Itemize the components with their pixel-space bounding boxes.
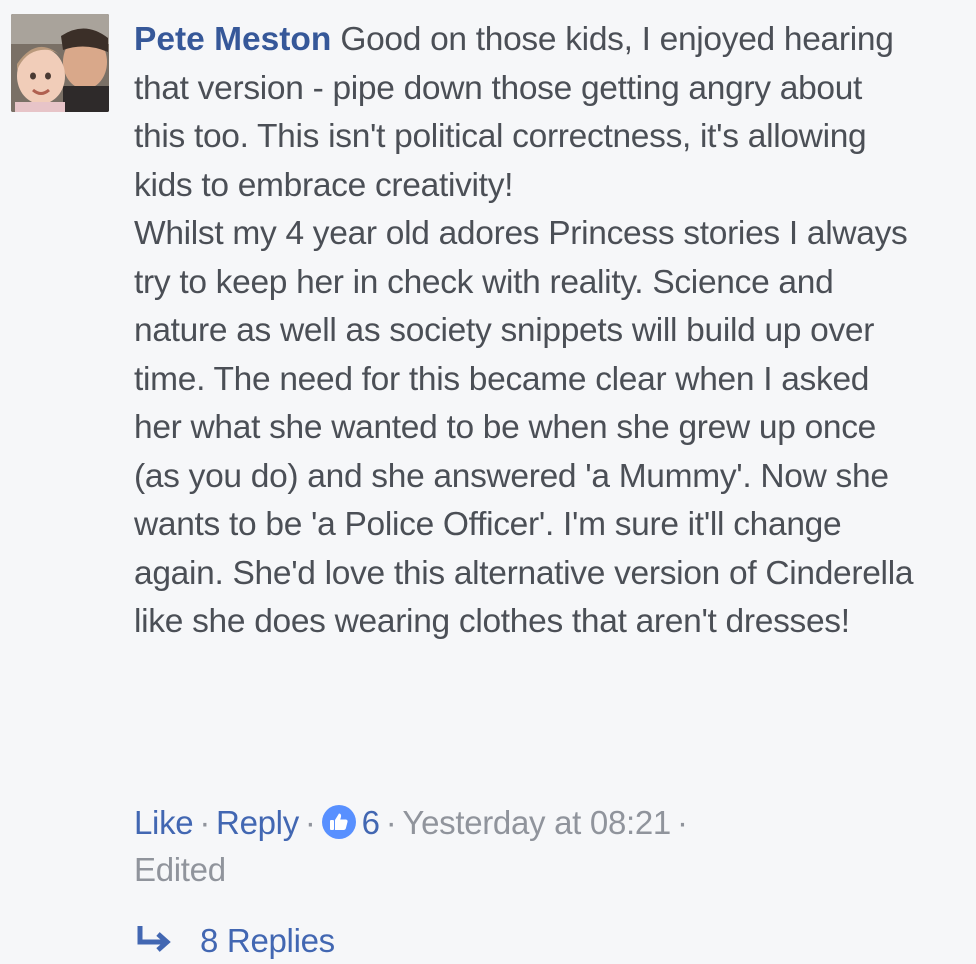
comment-text-second: Whilst my 4 year old adores Princess sto… <box>134 215 914 640</box>
edited-label[interactable]: Edited <box>134 851 226 888</box>
thumbs-up-icon[interactable] <box>321 805 356 839</box>
comment-body: Pete Meston Good on those kids, I enjoye… <box>134 16 914 647</box>
separator: · <box>199 804 211 841</box>
avatar[interactable] <box>11 14 109 112</box>
comment: Pete Meston Good on those kids, I enjoye… <box>0 0 976 959</box>
like-count[interactable]: 6 <box>358 804 380 841</box>
author-name[interactable]: Pete Meston <box>134 21 331 58</box>
comment-paragraph: Pete Meston Good on those kids, I enjoye… <box>134 16 914 210</box>
separator: · <box>385 804 397 841</box>
thumbs-up-glyph <box>329 813 348 830</box>
avatar-photo <box>11 14 109 112</box>
timestamp[interactable]: Yesterday at 08:21 <box>402 804 671 841</box>
replies-count-label: 8 Replies <box>200 922 335 959</box>
comment-actions: Like · Reply · 6 · Yesterday at 08:21 · Edited <box>134 799 914 893</box>
separator: · <box>304 804 316 841</box>
reply-link[interactable]: Reply <box>216 804 299 841</box>
reply-arrow-icon <box>137 926 171 952</box>
like-link[interactable]: Like <box>134 804 194 841</box>
separator: · <box>676 804 688 841</box>
